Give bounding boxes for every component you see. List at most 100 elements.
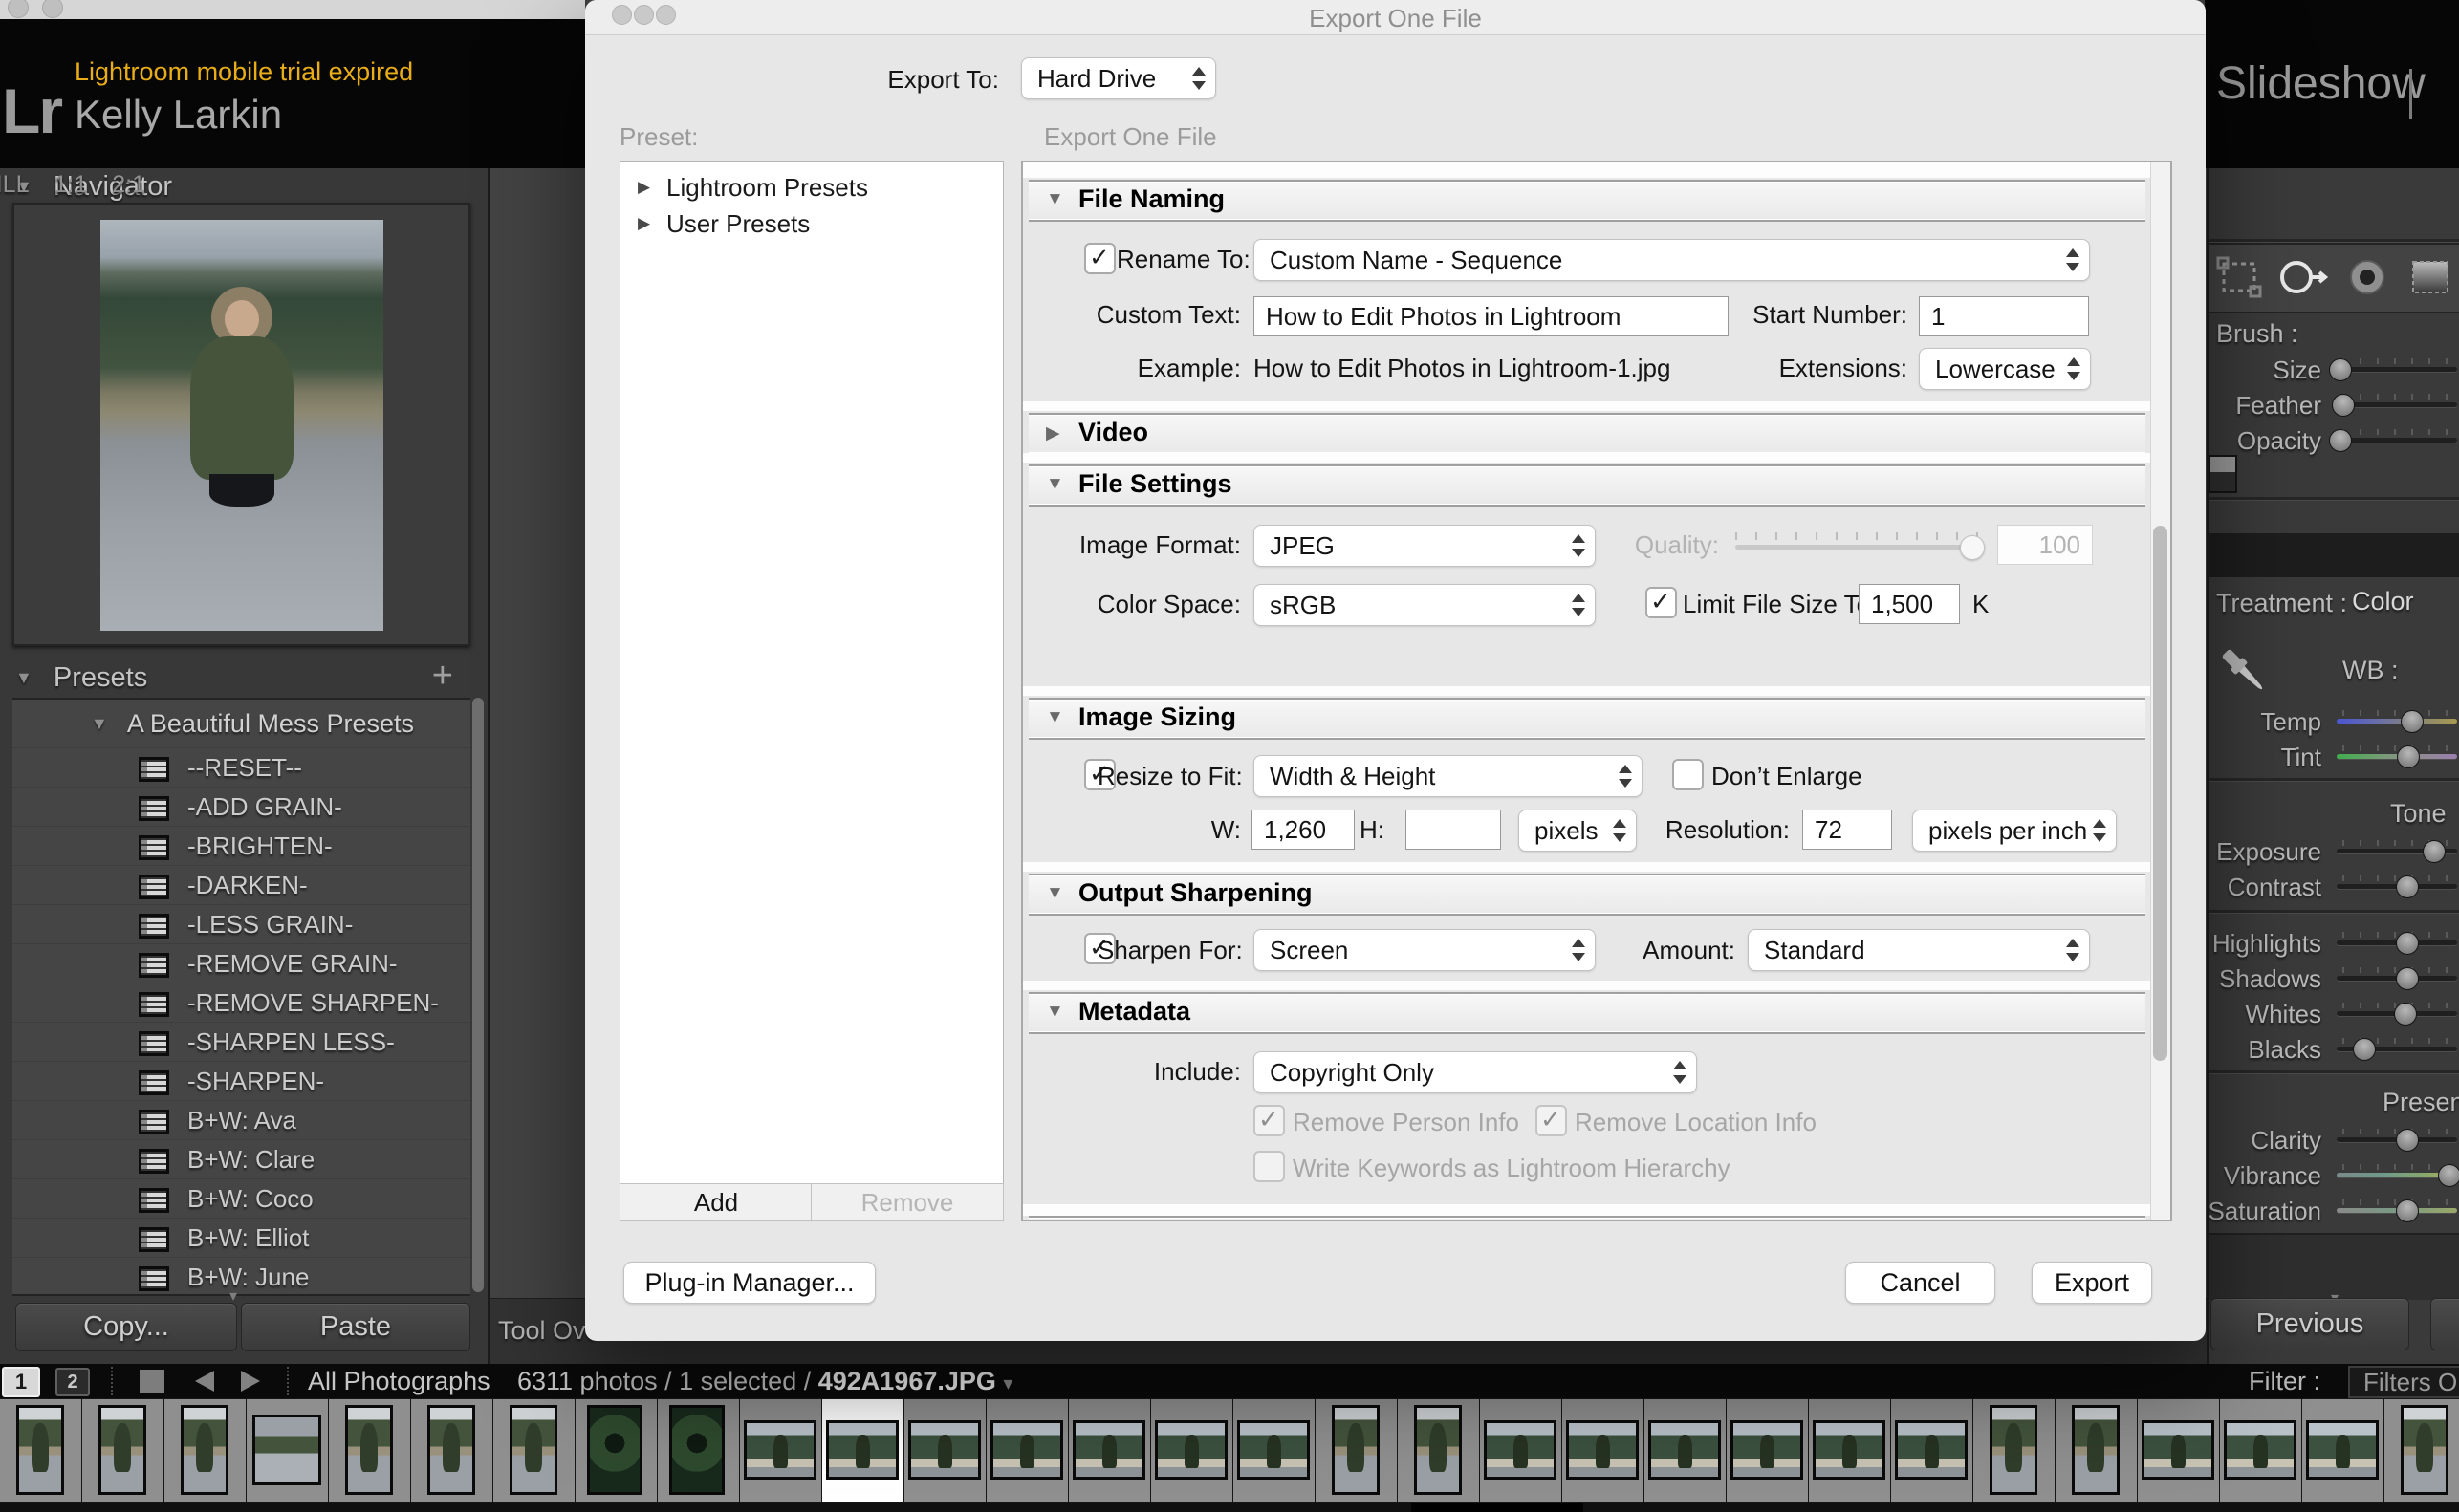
resolution-unit-dropdown[interactable]: pixels per inch xyxy=(1912,810,2117,852)
zoom-2-1[interactable]: 2:1 xyxy=(112,171,145,198)
preset-group[interactable]: ▼ A Beautiful Mess Presets xyxy=(12,709,470,747)
slider-track[interactable] xyxy=(2337,1003,2457,1026)
filmstrip-thumbnail[interactable] xyxy=(493,1399,575,1502)
image-format-dropdown[interactable]: JPEG xyxy=(1253,525,1596,567)
tree-item-user-presets[interactable]: ▶ User Presets xyxy=(620,205,1003,242)
slider-thumb[interactable] xyxy=(2396,875,2420,898)
filmstrip-thumbnail[interactable] xyxy=(0,1399,81,1502)
filmstrip-thumbnail[interactable] xyxy=(576,1399,657,1502)
slider-track[interactable] xyxy=(2337,1199,2457,1222)
next-button-partial[interactable] xyxy=(2430,1298,2459,1350)
slider-track[interactable] xyxy=(2337,745,2457,768)
filmstrip-thumbnail[interactable] xyxy=(82,1399,163,1502)
width-input[interactable]: 1,260 xyxy=(1251,810,1355,850)
slider-thumb[interactable] xyxy=(2393,1003,2417,1026)
slider-track[interactable] xyxy=(2337,875,2457,898)
next-photo-icon[interactable] xyxy=(241,1371,260,1392)
remove-preset-button[interactable]: Remove xyxy=(811,1183,1004,1221)
presets-scrollbar[interactable] xyxy=(472,698,484,1292)
quality-slider[interactable] xyxy=(1735,532,1985,560)
slider-thumb[interactable] xyxy=(2332,394,2356,417)
section-image-sizing[interactable]: ▼ Image Sizing xyxy=(1029,698,2145,740)
slider-track[interactable] xyxy=(2337,1129,2457,1152)
plugin-manager-button[interactable]: Plug-in Manager... xyxy=(623,1262,876,1304)
preset-item[interactable]: -BRIGHTEN- xyxy=(12,826,470,865)
presets-header[interactable]: ▼ Presets + xyxy=(0,656,488,698)
filmstrip-thumbnail[interactable] xyxy=(1891,1399,1972,1502)
previous-button[interactable]: Previous xyxy=(2210,1298,2409,1350)
filmstrip-scrollbar[interactable] xyxy=(0,1503,2459,1512)
filmstrip-thumbnail[interactable] xyxy=(1151,1399,1232,1502)
limit-file-size-checkbox[interactable] xyxy=(1645,587,1677,618)
section-video[interactable]: ▶ Video xyxy=(1029,413,2145,455)
expand-triangle-icon[interactable]: ▶ xyxy=(638,205,650,242)
monitor-1-icon[interactable]: 1 xyxy=(2,1367,40,1397)
cancel-button[interactable]: Cancel xyxy=(1845,1262,1995,1304)
filmstrip-thumbnail[interactable] xyxy=(904,1399,986,1502)
filmstrip-thumbnail[interactable] xyxy=(658,1399,739,1502)
red-eye-icon[interactable] xyxy=(2342,254,2396,300)
grid-view-icon[interactable] xyxy=(140,1370,164,1393)
filmstrip-thumbnail[interactable] xyxy=(1398,1399,1479,1502)
monitor-2-icon[interactable]: 2 xyxy=(55,1368,90,1396)
filmstrip-thumbnail[interactable] xyxy=(987,1399,1068,1502)
slider-thumb[interactable] xyxy=(2396,967,2420,990)
preset-item[interactable]: -REMOVE GRAIN- xyxy=(12,943,470,983)
photo-count[interactable]: 6311 photos / 1 selected / 492A1967.JPG … xyxy=(517,1367,1012,1396)
slider-track[interactable] xyxy=(2337,710,2457,733)
filmstrip-thumbnail[interactable] xyxy=(164,1399,246,1502)
slider-thumb[interactable] xyxy=(2352,1038,2376,1061)
slider-track[interactable] xyxy=(2337,932,2457,955)
add-preset-icon[interactable]: + xyxy=(432,656,453,697)
section-output-sharpening[interactable]: ▼ Output Sharpening xyxy=(1029,874,2145,916)
filmstrip-thumbnail[interactable] xyxy=(1727,1399,1808,1502)
quality-value[interactable]: 100 xyxy=(1997,525,2093,565)
height-input[interactable] xyxy=(1405,810,1501,850)
filmstrip-thumbnail[interactable] xyxy=(740,1399,821,1502)
zoom-fill[interactable]: FILL xyxy=(0,171,29,198)
rename-template-dropdown[interactable]: Custom Name - Sequence xyxy=(1253,239,2090,281)
treatment-value[interactable]: Color xyxy=(2352,587,2414,616)
slider-thumb[interactable] xyxy=(2438,1164,2459,1187)
dialog-titlebar[interactable]: Export One File xyxy=(585,0,2206,35)
window-minimize-icon[interactable] xyxy=(42,0,63,18)
resize-mode-dropdown[interactable]: Width & Height xyxy=(1253,755,1643,797)
preset-item[interactable]: B+W: Elliot xyxy=(12,1218,470,1257)
rename-to-checkbox[interactable] xyxy=(1084,243,1116,274)
filmstrip-thumbnail[interactable] xyxy=(411,1399,492,1502)
export-button[interactable]: Export xyxy=(2032,1262,2152,1304)
filmstrip-thumbnail[interactable] xyxy=(247,1399,328,1502)
resolution-input[interactable]: 72 xyxy=(1802,810,1892,850)
navigator-preview[interactable] xyxy=(12,203,470,646)
slider-thumb[interactable] xyxy=(2422,840,2446,863)
section-file-settings[interactable]: ▼ File Settings xyxy=(1029,464,2145,507)
expand-triangle-icon[interactable]: ▶ xyxy=(638,169,650,205)
color-space-dropdown[interactable]: sRGB xyxy=(1253,584,1596,626)
dialog-scroll-thumb[interactable] xyxy=(2153,526,2167,1061)
slider-track[interactable] xyxy=(2337,840,2457,863)
slider-thumb[interactable] xyxy=(2396,1199,2420,1222)
slider-thumb[interactable] xyxy=(2401,710,2425,733)
source-label[interactable]: All Photographs xyxy=(308,1367,490,1396)
copy-button[interactable]: Copy... xyxy=(15,1303,237,1351)
filmstrip-thumbnail[interactable] xyxy=(2138,1399,2219,1502)
sharpen-for-dropdown[interactable]: Screen xyxy=(1253,929,1596,971)
section-metadata[interactable]: ▼ Metadata xyxy=(1029,992,2145,1034)
module-slideshow[interactable]: Slideshow xyxy=(2216,57,2426,110)
tree-item-lightroom-presets[interactable]: ▶ Lightroom Presets xyxy=(620,169,1003,205)
slider-thumb[interactable] xyxy=(2396,1129,2420,1152)
slider-thumb[interactable] xyxy=(2397,745,2421,768)
window-close-icon[interactable] xyxy=(8,0,29,18)
filmstrip-thumbnail[interactable] xyxy=(1644,1399,1726,1502)
preset-item[interactable]: -SHARPEN- xyxy=(12,1061,470,1100)
dont-enlarge-checkbox[interactable] xyxy=(1672,759,1704,790)
filmstrip-thumbnail[interactable] xyxy=(1973,1399,2055,1502)
slider-track[interactable] xyxy=(2328,358,2457,381)
filmstrip-thumbnail[interactable] xyxy=(822,1399,903,1502)
amount-dropdown[interactable]: Standard xyxy=(1748,929,2090,971)
slider-track[interactable] xyxy=(2337,1038,2457,1061)
filmstrip-thumbnail[interactable] xyxy=(1562,1399,1643,1502)
slider-track[interactable] xyxy=(2332,394,2457,417)
spot-removal-icon[interactable] xyxy=(2275,254,2333,300)
preset-item[interactable]: -ADD GRAIN- xyxy=(12,787,470,826)
